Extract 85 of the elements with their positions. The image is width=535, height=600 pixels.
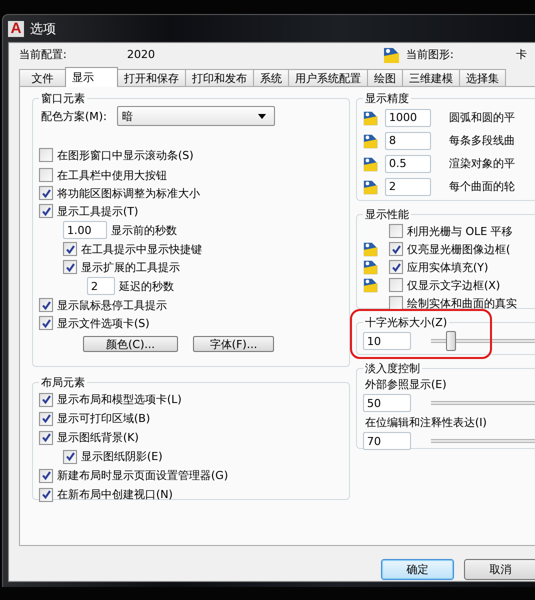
checkbox-label: 将功能区图标调整为标准大小 [57,186,200,200]
checkbox-label: 显示工具提示(T) [57,204,138,218]
drawing-label: 当前图形: [406,47,455,62]
group-title: 显示精度 [364,91,410,106]
checkbox-label: 应用实体填充(Y) [407,260,488,274]
field-label: 每个曲面的轮 [449,179,515,194]
checkbox-label: 显示可打印区域(B) [57,411,150,426]
checkbox-label: 绘制实体和曲面的真实 [407,296,517,310]
checkbox[interactable] [39,186,53,200]
field-label: 延迟的秒数 [119,278,174,294]
tab[interactable]: 系统 [253,69,289,86]
input-field[interactable]: 8 [385,132,431,150]
checkbox[interactable] [63,260,77,274]
field-label: 外部参照显示(E) [365,377,448,392]
checkbox[interactable] [389,278,403,292]
profile-label: 当前配置: [19,47,68,62]
color-scheme-dropdown[interactable]: 暗 [116,106,275,126]
checkbox-label: 显示布局和模型选项卡(L) [57,392,182,407]
profile-value: 2020 [127,48,156,61]
tab[interactable]: 三维建模 [402,69,460,86]
checkbox-label: 在工具栏中使用大按钮 [57,168,167,182]
drawing-file-icon [383,46,401,64]
app-logo: A [8,20,24,36]
checkbox[interactable] [389,260,403,274]
caret-icon [258,114,266,118]
input-field[interactable]: 0.5 [385,154,431,172]
checkbox-label: 在图形窗口中显示滚动条(S) [57,148,194,162]
checkbox[interactable] [63,242,77,256]
group-title: 显示性能 [364,207,410,222]
checkbox[interactable] [389,296,403,310]
window-title: 选项 [30,20,56,38]
input-field[interactable]: 2 [87,277,115,295]
input-field[interactable]: 2 [385,178,431,196]
field-label: 每条多段线曲 [449,133,515,148]
checkbox[interactable] [39,412,53,426]
tab[interactable]: 显示 [65,67,118,87]
input-field[interactable]: 70 [363,432,411,450]
tab[interactable]: 文件 [19,69,66,86]
checkbox-label: 仅亮显光栅图像边框( [407,242,510,256]
checkbox[interactable] [39,392,53,406]
group-title: 淡入度控制 [364,361,421,376]
field-label: 圆弧和圆的平 [449,110,515,125]
dialog-button[interactable]: 颜色(C)... [83,336,178,352]
tab[interactable]: 打开和保存 [117,69,186,86]
input-field[interactable]: 1.00 [63,221,107,239]
checkbox[interactable] [39,316,53,330]
dialog-button[interactable]: 确定 [381,559,454,580]
input-field[interactable]: 50 [363,394,411,412]
checkbox-label: 在新布局中创建视口(N) [57,487,173,502]
checkbox[interactable] [39,488,53,502]
checkbox-label: 显示图纸阴影(E) [81,449,163,464]
checkbox[interactable] [63,450,77,464]
tab[interactable]: 用户系统配置 [288,69,368,86]
checkbox[interactable] [39,298,53,312]
checkbox[interactable] [39,148,53,162]
group-title: 十字光标大小(Z) [364,315,448,330]
checkbox-label: 显示图纸背景(K) [57,430,139,445]
checkbox-label: 显示鼠标悬停工具提示 [57,298,167,312]
dialog-button[interactable]: 取消 [464,559,535,580]
checkbox[interactable] [39,204,53,218]
checkbox-label: 利用光栅与 OLE 平移 [407,224,513,238]
group-title: 窗口元素 [40,91,86,106]
color-scheme-label: 配色方案(M): [41,108,107,124]
checkbox-label: 显示文件选项卡(S) [57,316,150,330]
dialog-button[interactable]: 字体(F)... [193,336,274,352]
tab[interactable]: 选择集 [459,69,506,86]
checkbox-label: 在工具提示中显示快捷键 [81,242,202,256]
field-label: 显示前的秒数 [111,222,177,238]
drawing-value: 卡 [516,47,527,62]
tab[interactable]: 绘图 [367,69,403,86]
checkbox[interactable] [39,430,53,444]
checkbox[interactable] [39,468,53,482]
checkbox-label: 显示扩展的工具提示 [81,260,180,274]
field-label: 渲染对象的平 [449,156,515,171]
input-field[interactable]: 10 [363,332,411,350]
checkbox[interactable] [389,224,403,238]
slider-thumb[interactable] [446,331,456,351]
input-field[interactable]: 1000 [385,108,431,126]
group-title: 布局元素 [40,375,86,390]
tab[interactable]: 打印和发布 [185,69,254,86]
checkbox[interactable] [39,168,53,182]
field-label: 在位编辑和注释性表达(I) [365,415,488,430]
checkbox-label: 仅显示文字边框(X) [407,278,500,292]
checkbox[interactable] [389,242,403,256]
checkbox-label: 新建布局时显示页面设置管理器(G) [57,468,228,483]
